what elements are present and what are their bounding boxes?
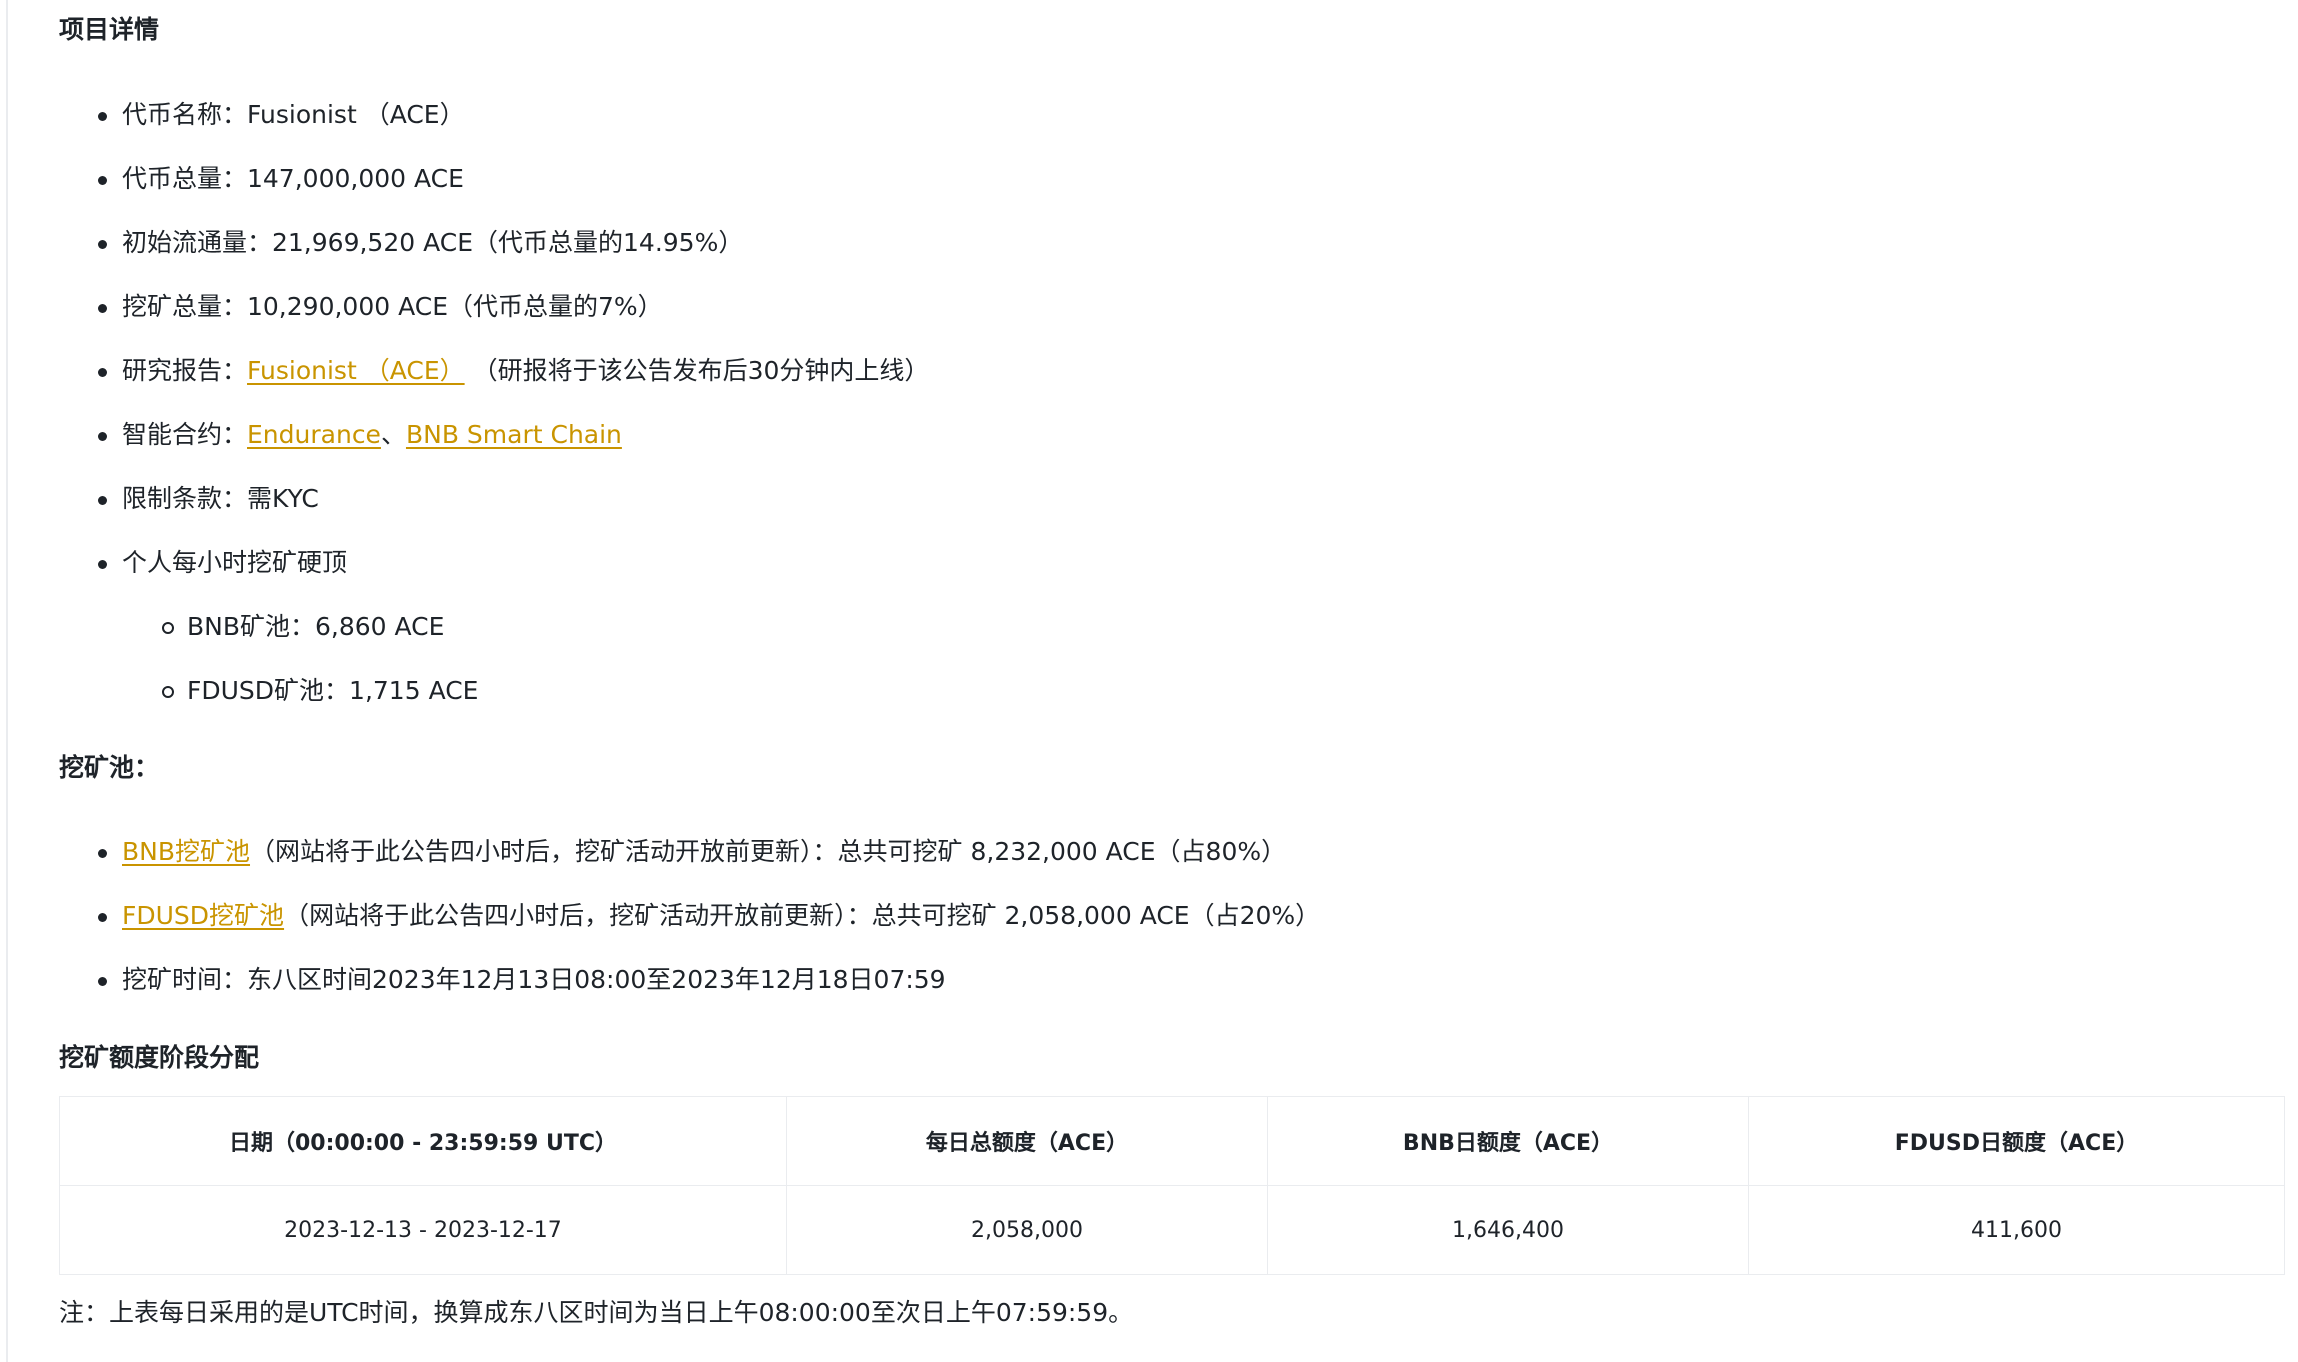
cell-date: 2023-12-13 - 2023-12-17	[59, 1185, 787, 1275]
research-report-link[interactable]: Fusionist （ACE）	[247, 356, 465, 385]
bnb-smart-chain-contract-link[interactable]: BNB Smart Chain	[406, 420, 622, 449]
list-item-smart-contract: 智能合约：Endurance、BNB Smart Chain	[59, 403, 929, 467]
list-item-mining-time: 挖矿时间：东八区时间2023年12月13日08:00至2023年12月18日07…	[59, 948, 1320, 1012]
list-item-mining-total: 挖矿总量：10,290,000 ACE（代币总量的7%）	[59, 275, 929, 339]
contract-separator: 、	[380, 420, 406, 449]
list-item-fdusd-cap: FDUSD矿池：1,715 ACE	[59, 659, 929, 723]
list-item-bnb-cap: BNB矿池：6,860 ACE	[59, 595, 929, 659]
research-note: （研报将于该公告发布后30分钟内上线）	[464, 356, 930, 385]
list-item-bnb-pool: BNB挖矿池（网站将于此公告四小时后，挖矿活动开放前更新）：总共可挖矿 8,23…	[59, 820, 1320, 884]
header-bnb-daily: BNB日额度（ACE）	[1267, 1096, 1749, 1186]
header-fdusd-daily: FDUSD日额度（ACE）	[1748, 1096, 2285, 1186]
contract-label: 智能合约：	[122, 420, 248, 449]
section-title-allocation: 挖矿额度阶段分配	[59, 1043, 260, 1072]
endurance-contract-link[interactable]: Endurance	[247, 420, 381, 449]
section-title-project-details: 项目详情	[59, 15, 160, 44]
left-divider	[6, 0, 8, 1362]
list-item-initial-circulation: 初始流通量：21,969,520 ACE（代币总量的14.95%）	[59, 211, 929, 275]
list-item-hourly-cap: 个人每小时挖矿硬顶	[59, 531, 929, 595]
header-daily-total: 每日总额度（ACE）	[786, 1096, 1268, 1186]
list-item-restriction: 限制条款：需KYC	[59, 467, 929, 531]
bnb-pool-desc: （网站将于此公告四小时后，挖矿活动开放前更新）：总共可挖矿 8,232,000 …	[250, 837, 1287, 866]
research-label: 研究报告：	[122, 356, 248, 385]
mining-pools-list: BNB挖矿池（网站将于此公告四小时后，挖矿活动开放前更新）：总共可挖矿 8,23…	[59, 820, 1320, 1012]
list-item-token-name: 代币名称：Fusionist （ACE）	[59, 83, 929, 147]
section-title-mining-pools: 挖矿池：	[59, 753, 160, 782]
list-item-fdusd-pool: FDUSD挖矿池（网站将于此公告四小时后，挖矿活动开放前更新）：总共可挖矿 2,…	[59, 884, 1320, 948]
allocation-table: 日期（00:00:00 - 23:59:59 UTC） 每日总额度（ACE） B…	[59, 1096, 2285, 1275]
list-item-research-report: 研究报告：Fusionist （ACE） （研报将于该公告发布后30分钟内上线）	[59, 339, 929, 403]
cell-bnb-daily: 1,646,400	[1267, 1185, 1749, 1275]
list-item-total-supply: 代币总量：147,000,000 ACE	[59, 147, 929, 211]
cell-fdusd-daily: 411,600	[1748, 1185, 2285, 1275]
table-header-row: 日期（00:00:00 - 23:59:59 UTC） 每日总额度（ACE） B…	[59, 1096, 2285, 1186]
fdusd-pool-desc: （网站将于此公告四小时后，挖矿活动开放前更新）：总共可挖矿 2,058,000 …	[284, 901, 1321, 930]
table-row: 2023-12-13 - 2023-12-17 2,058,000 1,646,…	[59, 1185, 2285, 1275]
fdusd-pool-link[interactable]: FDUSD挖矿池	[122, 901, 284, 930]
bnb-pool-link[interactable]: BNB挖矿池	[122, 837, 250, 866]
utc-note: 注：上表每日采用的是UTC时间，换算成东八区时间为当日上午08:00:00至次日…	[59, 1298, 1134, 1327]
project-details-list: 代币名称：Fusionist （ACE） 代币总量：147,000,000 AC…	[59, 83, 929, 723]
cell-daily-total: 2,058,000	[786, 1185, 1268, 1275]
header-date: 日期（00:00:00 - 23:59:59 UTC）	[59, 1096, 787, 1186]
